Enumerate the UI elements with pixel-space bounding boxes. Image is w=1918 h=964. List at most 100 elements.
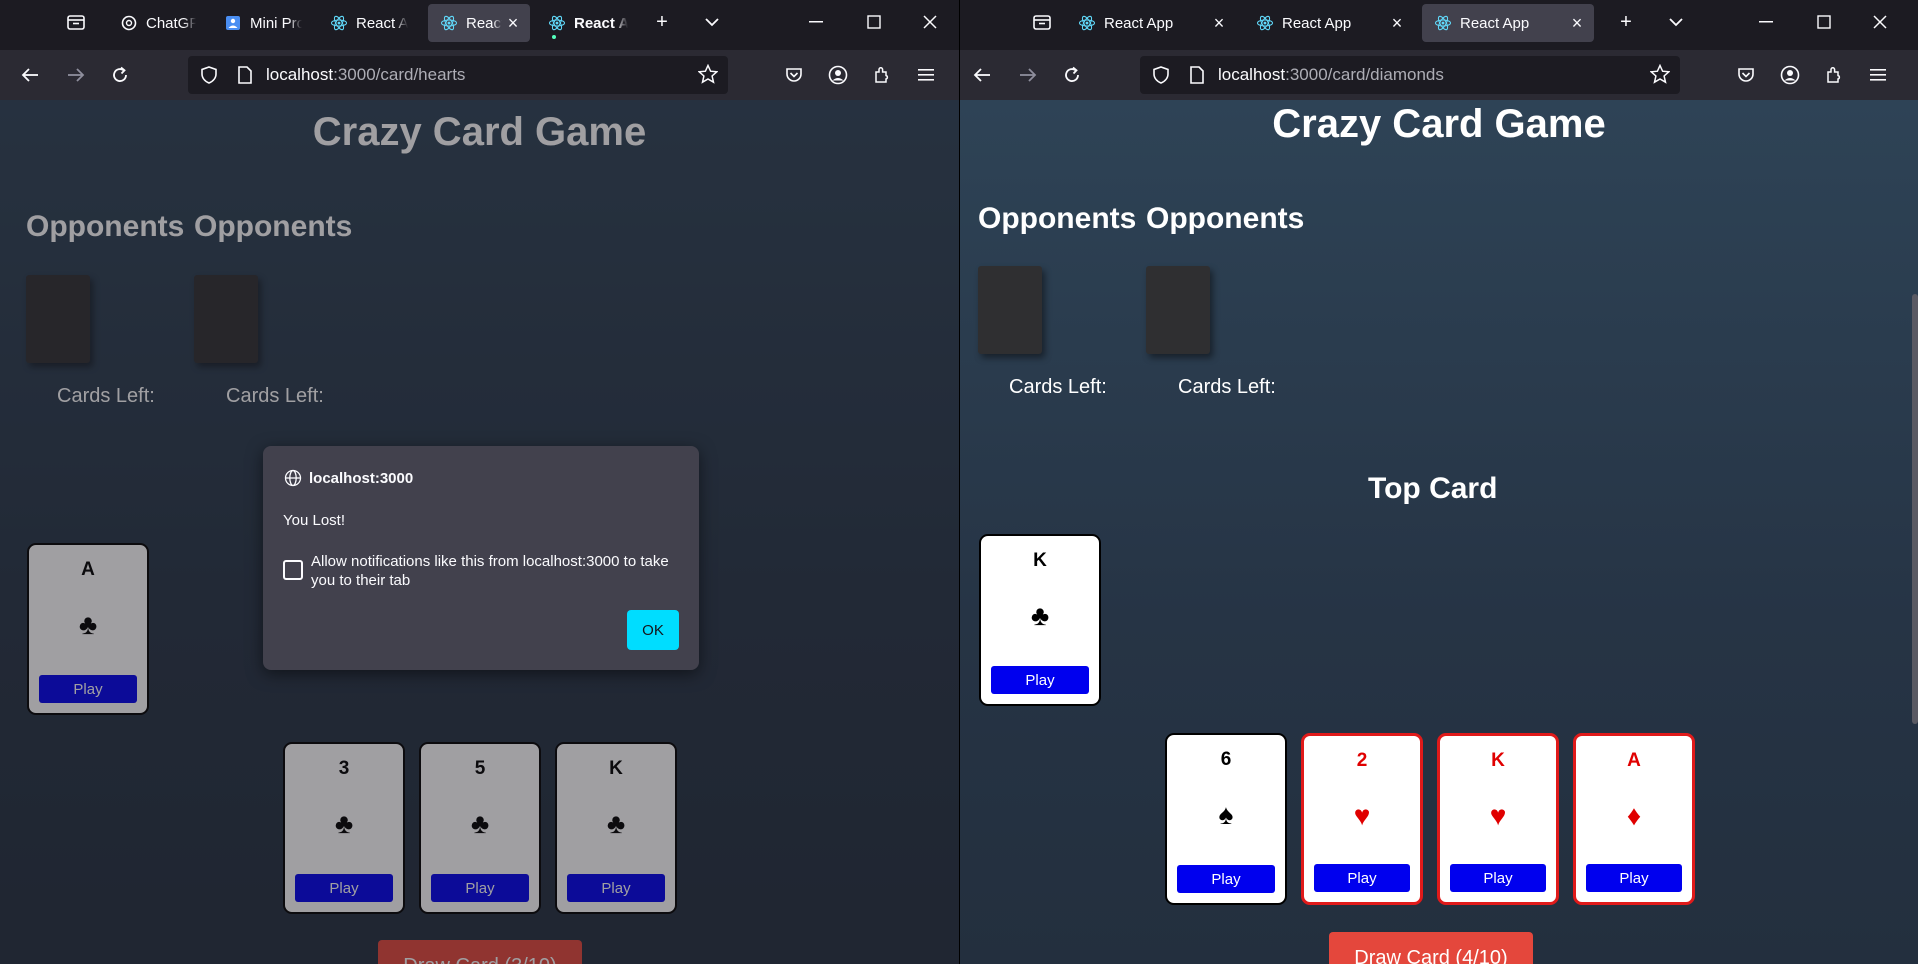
dialog-message: You Lost! <box>283 512 345 529</box>
play-button[interactable]: Play <box>991 666 1089 694</box>
tab-overview-icon[interactable] <box>1028 8 1056 36</box>
club-suit-icon: ♣ <box>78 609 98 640</box>
shield-icon[interactable] <box>1146 66 1176 84</box>
minimize-icon[interactable] <box>1752 8 1780 36</box>
pocket-icon[interactable] <box>1732 61 1760 89</box>
close-window-icon[interactable] <box>1866 8 1894 36</box>
page-icon[interactable] <box>1182 66 1212 84</box>
close-window-icon[interactable] <box>916 8 944 36</box>
tab-react-app-2[interactable]: React App × <box>1244 4 1414 42</box>
top-card: A ♣ Play <box>27 543 149 715</box>
account-icon[interactable] <box>1776 61 1804 89</box>
ok-button[interactable]: OK <box>627 610 679 650</box>
url-bar[interactable]: localhost:3000/card/hearts <box>188 56 728 94</box>
list-all-tabs-icon[interactable] <box>698 8 726 36</box>
card-rank: K <box>1033 550 1047 571</box>
hand-card: K ♥ Play <box>1437 733 1559 905</box>
draw-card-button[interactable]: Draw Card (3/10) <box>378 940 582 964</box>
play-button[interactable]: Play <box>1450 864 1546 892</box>
hand-card: A ♦ Play <box>1573 733 1695 905</box>
globe-icon <box>283 468 303 488</box>
page-content: Crazy Card Game Opponents Opponents Card… <box>960 100 1918 964</box>
new-tab-icon[interactable]: + <box>648 8 676 36</box>
maximize-icon[interactable] <box>1810 8 1838 36</box>
bookmark-star-icon[interactable] <box>1649 63 1671 89</box>
game-title: Crazy Card Game <box>1272 102 1606 146</box>
opponent-card-back <box>194 275 258 363</box>
play-button[interactable]: Play <box>1177 865 1275 893</box>
hand-card: K ♣ Play <box>555 742 677 914</box>
pocket-icon[interactable] <box>780 61 808 89</box>
club-suit-icon: ♣ <box>470 808 490 839</box>
list-all-tabs-icon[interactable] <box>1662 8 1690 36</box>
maximize-icon[interactable] <box>860 8 888 36</box>
url-bar[interactable]: localhost:3000/card/diamonds <box>1140 56 1680 94</box>
tab-mini-project[interactable]: Mini Project <box>212 4 302 42</box>
close-tab-icon[interactable]: × <box>502 13 524 34</box>
opponent-cards-left: Cards Left: <box>1178 376 1276 398</box>
page-icon[interactable] <box>230 66 260 84</box>
react-icon <box>1078 14 1096 32</box>
account-icon[interactable] <box>824 61 852 89</box>
minimize-icon[interactable] <box>802 8 830 36</box>
forward-icon[interactable] <box>62 61 90 89</box>
play-button[interactable]: Play <box>567 874 665 902</box>
play-button[interactable]: Play <box>39 675 137 703</box>
reload-icon[interactable] <box>1058 61 1086 89</box>
hand-card: 3 ♣ Play <box>283 742 405 914</box>
extensions-icon[interactable] <box>1820 61 1848 89</box>
scrollbar-thumb[interactable] <box>1912 294 1918 724</box>
shield-icon[interactable] <box>194 66 224 84</box>
url-path: :3000/card/diamonds <box>1285 65 1444 84</box>
browser-window-right: React App × React App × React App × + lo… <box>960 0 1918 964</box>
back-icon[interactable] <box>16 61 44 89</box>
new-tab-icon[interactable]: + <box>1612 8 1640 36</box>
document-icon <box>224 14 242 32</box>
tab-strip: React App × React App × React App × + <box>960 0 1918 45</box>
opponent-cards-left: Cards Left: <box>1009 376 1107 398</box>
close-tab-icon[interactable]: × <box>1386 13 1408 34</box>
club-suit-icon: ♣ <box>606 808 626 839</box>
diamond-suit-icon: ♦ <box>1626 800 1642 831</box>
dialog-origin: localhost:3000 <box>283 468 413 488</box>
tab-react-app-3[interactable]: React App × <box>1422 4 1594 42</box>
play-button[interactable]: Play <box>295 874 393 902</box>
react-icon <box>1256 14 1274 32</box>
play-button[interactable]: Play <box>431 874 529 902</box>
play-button[interactable]: Play <box>1586 864 1682 892</box>
back-icon[interactable] <box>968 61 996 89</box>
card-rank: 2 <box>1356 750 1368 771</box>
tab-overview-icon[interactable] <box>62 8 90 36</box>
top-card: K ♣ Play <box>979 534 1101 706</box>
game-title: Crazy Card Game <box>312 110 647 154</box>
url-host: localhost <box>266 65 334 84</box>
bookmark-star-icon[interactable] <box>697 63 719 89</box>
reload-icon[interactable] <box>106 61 134 89</box>
menu-icon[interactable] <box>1864 61 1892 89</box>
tab-strip: ChatGPT Mini Project React App React App… <box>0 0 959 45</box>
tab-label: React App <box>1282 14 1352 32</box>
forward-icon[interactable] <box>1014 61 1042 89</box>
tab-label: ChatGPT <box>146 14 196 32</box>
tab-react-app-3[interactable]: React App <box>536 4 628 42</box>
tab-react-app-1[interactable]: React App <box>318 4 408 42</box>
menu-icon[interactable] <box>912 61 940 89</box>
react-icon <box>440 14 458 32</box>
opponent-heading: Opponents <box>194 210 353 243</box>
tab-react-app-1[interactable]: React App × <box>1066 4 1236 42</box>
react-icon <box>1434 14 1452 32</box>
hand-card: 5 ♣ Play <box>419 742 541 914</box>
extensions-icon[interactable] <box>868 61 896 89</box>
close-tab-icon[interactable]: × <box>1566 13 1588 34</box>
spade-suit-icon: ♠ <box>1218 799 1234 830</box>
notification-checkbox[interactable] <box>283 560 303 580</box>
draw-card-button[interactable]: Draw Card (4/10) <box>1329 932 1533 964</box>
close-tab-icon[interactable]: × <box>1208 13 1230 34</box>
tab-react-app-2[interactable]: React App × <box>428 4 530 42</box>
react-icon <box>330 14 348 32</box>
tab-chatgpt[interactable]: ChatGPT <box>108 4 196 42</box>
media-playing-indicator <box>552 35 556 39</box>
checkbox-label: Allow notifications like this from local… <box>311 553 669 589</box>
play-button[interactable]: Play <box>1314 864 1410 892</box>
opponent-card-back <box>26 275 90 363</box>
